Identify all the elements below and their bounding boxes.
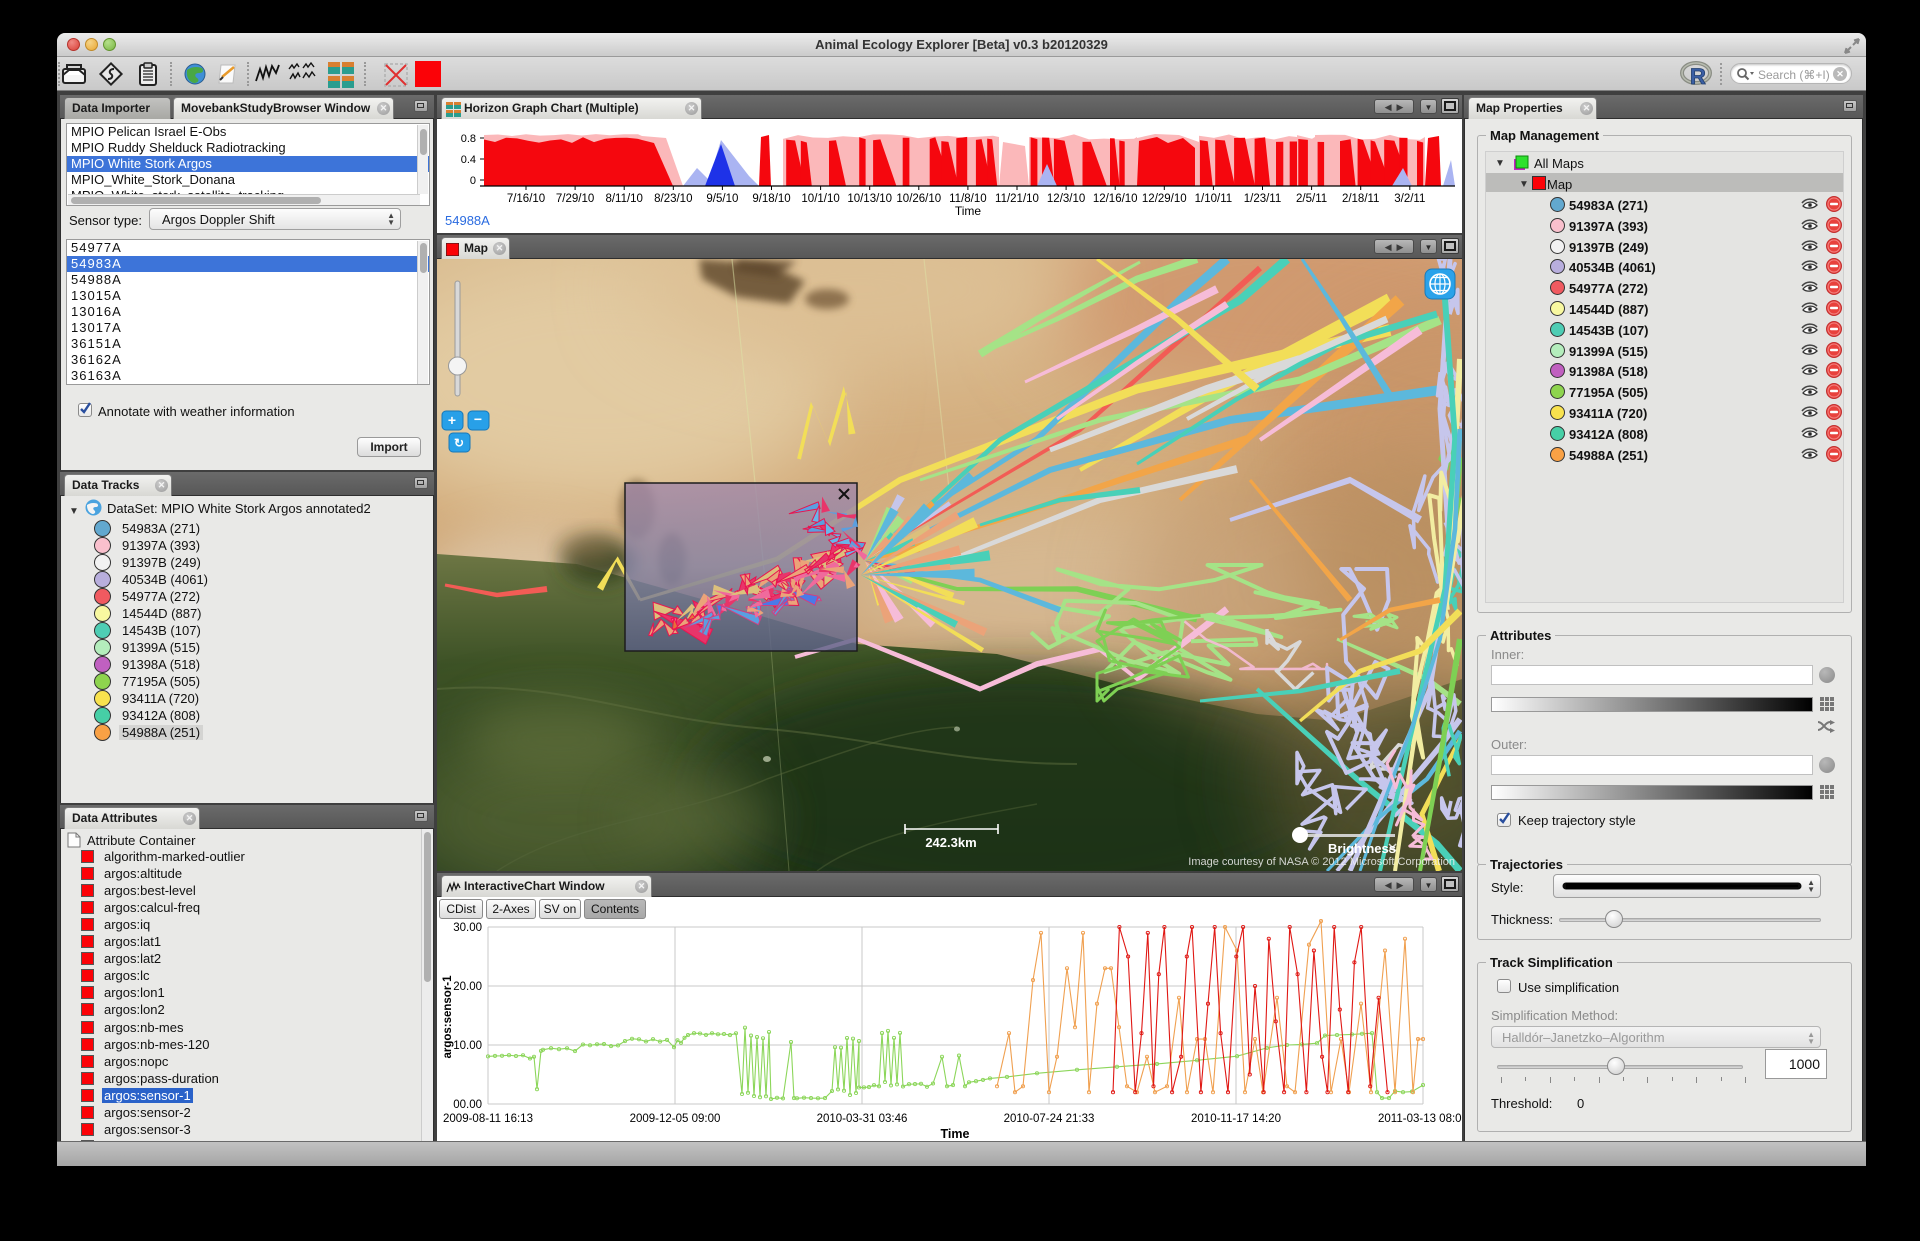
svg-text:2011-03-13 08:06: 2011-03-13 08:06 — [1378, 1113, 1462, 1125]
svg-text:10/13/10: 10/13/10 — [847, 193, 892, 205]
svg-text:54988A: 54988A — [445, 213, 490, 228]
svg-text:↻: ↻ — [454, 436, 464, 450]
svg-text:1/10/11: 1/10/11 — [1195, 193, 1233, 205]
svg-text:argos:sensor-1: argos:sensor-1 — [442, 975, 454, 1059]
svg-text:10.00: 10.00 — [453, 1040, 482, 1052]
svg-text:−: − — [474, 411, 482, 427]
svg-text:12/29/10: 12/29/10 — [1142, 193, 1187, 205]
svg-text:20.00: 20.00 — [453, 981, 482, 993]
svg-text:8/23/10: 8/23/10 — [654, 193, 692, 205]
svg-text:2/5/11: 2/5/11 — [1296, 193, 1327, 205]
svg-text:8/11/10: 8/11/10 — [605, 193, 643, 205]
svg-text:12/3/10: 12/3/10 — [1047, 193, 1085, 205]
svg-text:9/18/10: 9/18/10 — [752, 193, 790, 205]
svg-text:Image courtesy of NASA © 2012: Image courtesy of NASA © 2012 Microsoft … — [1188, 856, 1455, 868]
svg-text:7/16/10: 7/16/10 — [507, 193, 545, 205]
svg-text:2010-07-24 21:33: 2010-07-24 21:33 — [1004, 1113, 1095, 1125]
svg-text:1/23/11: 1/23/11 — [1244, 193, 1282, 205]
svg-text:+: + — [448, 412, 456, 428]
svg-text:Time: Time — [955, 204, 982, 218]
svg-text:3/2/11: 3/2/11 — [1394, 193, 1425, 205]
svg-text:2/18/11: 2/18/11 — [1342, 193, 1380, 205]
svg-text:10/26/10: 10/26/10 — [896, 193, 941, 205]
svg-text:00.00: 00.00 — [453, 1099, 482, 1111]
svg-text:12/16/10: 12/16/10 — [1093, 193, 1138, 205]
svg-text:2009-08-11 16:13: 2009-08-11 16:13 — [443, 1113, 533, 1125]
svg-text:Time: Time — [941, 1127, 970, 1141]
svg-text:2009-12-05 09:00: 2009-12-05 09:00 — [630, 1113, 721, 1125]
svg-text:30.00: 30.00 — [453, 922, 482, 934]
svg-text:242.3km: 242.3km — [925, 835, 976, 850]
svg-text:9/5/10: 9/5/10 — [706, 193, 738, 205]
svg-text:Brightness: Brightness — [1328, 841, 1396, 856]
svg-text:2010-03-31 03:46: 2010-03-31 03:46 — [817, 1113, 908, 1125]
svg-text:R: R — [1690, 64, 1706, 88]
svg-text:2010-11-17 14:20: 2010-11-17 14:20 — [1191, 1113, 1281, 1125]
svg-text:0.8: 0.8 — [461, 133, 476, 145]
svg-text:10/1/10: 10/1/10 — [801, 193, 839, 205]
svg-text:7/29/10: 7/29/10 — [556, 193, 594, 205]
svg-text:0: 0 — [470, 175, 476, 187]
svg-text:0.4: 0.4 — [461, 154, 476, 166]
svg-text:11/21/10: 11/21/10 — [995, 193, 1039, 205]
